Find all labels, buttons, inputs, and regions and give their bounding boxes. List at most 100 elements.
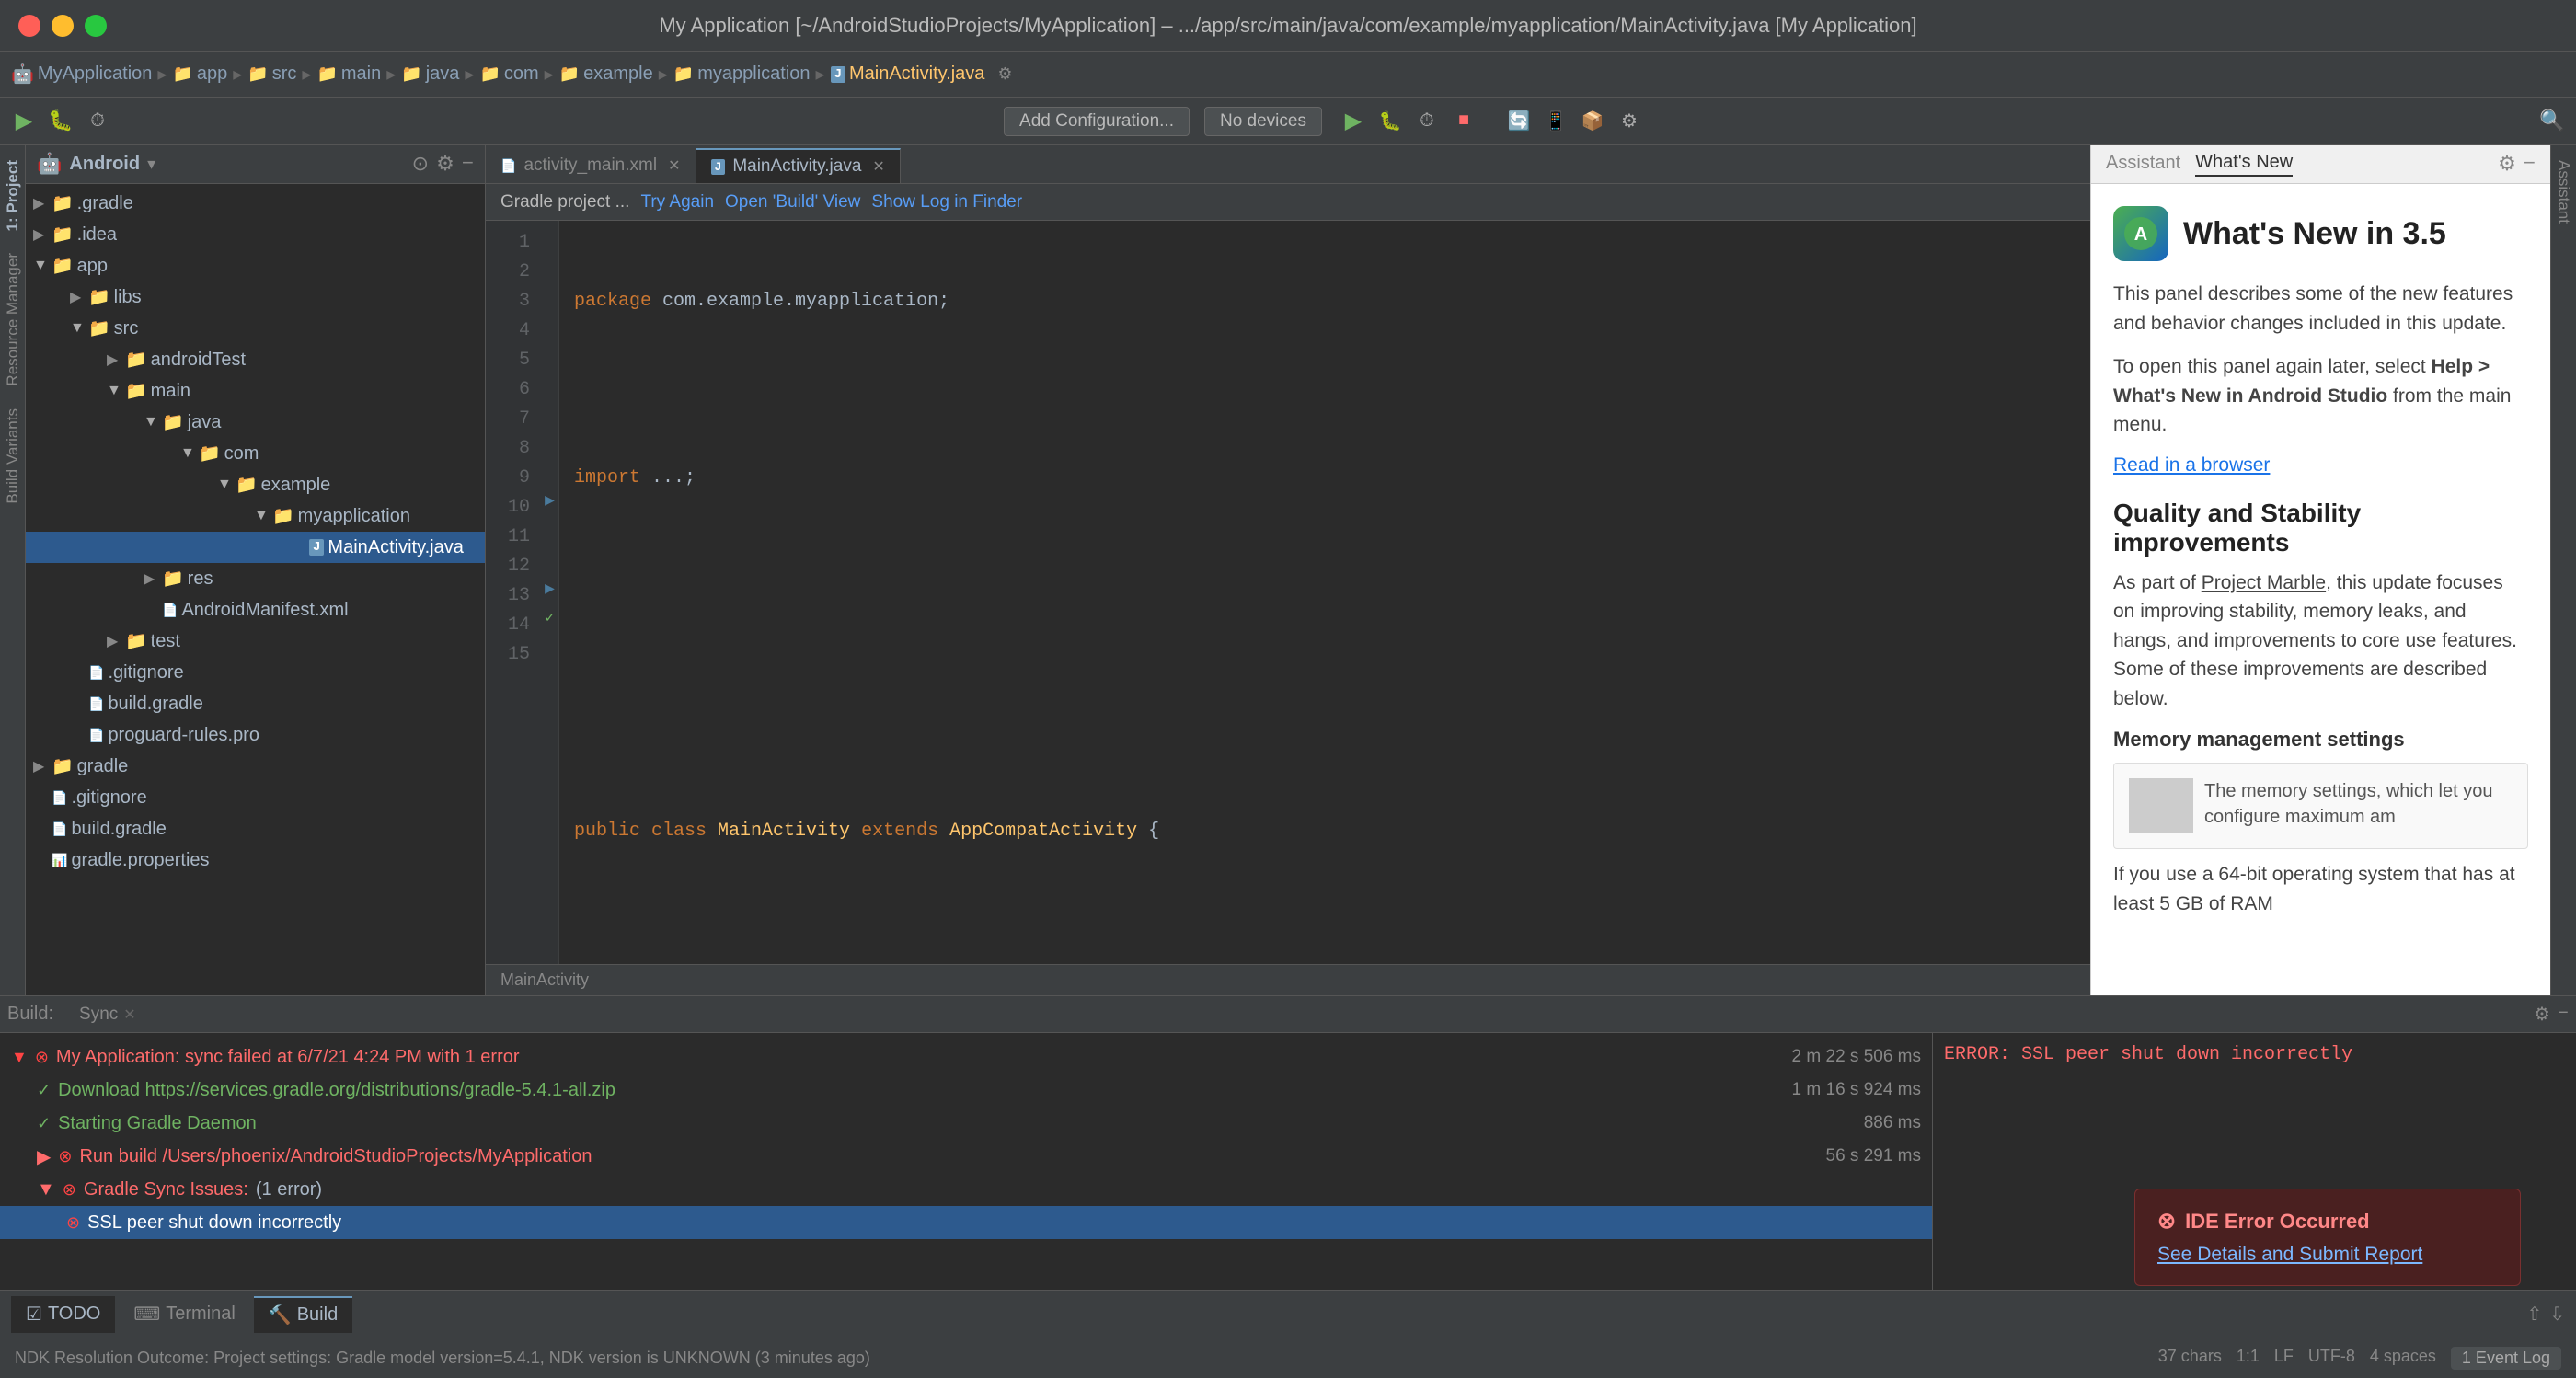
close-button[interactable] bbox=[18, 15, 40, 37]
try-again-link[interactable]: Try Again bbox=[640, 192, 714, 212]
event-log-button[interactable]: 1 Event Log bbox=[2451, 1347, 2561, 1370]
bottom-left-icon-2[interactable]: ⇩ bbox=[2549, 1303, 2565, 1326]
breadcrumb-settings-icon[interactable]: ⚙ bbox=[997, 64, 1012, 84]
bottom-panel-close-icon[interactable]: − bbox=[2558, 1004, 2569, 1025]
code-editor[interactable]: 1 2 3 4 5 6 7 8 9 10 11 12 13 14 15 bbox=[486, 221, 2090, 964]
tree-item-gradle-folder[interactable]: ▶ 📁 gradle bbox=[26, 751, 485, 782]
minimize-button[interactable] bbox=[52, 15, 74, 37]
assistant-logo: A What's New in 3.5 bbox=[2113, 206, 2528, 261]
tree-item-build-gradle[interactable]: 📄 build.gradle bbox=[26, 688, 485, 719]
tree-item-androidtest[interactable]: ▶ 📁 androidTest bbox=[26, 344, 485, 375]
tree-item-gradle[interactable]: ▶ 📁 .gradle bbox=[26, 188, 485, 219]
build-item-daemon[interactable]: ✓ Starting Gradle Daemon 886 ms bbox=[0, 1107, 1932, 1140]
show-log-link[interactable]: Show Log in Finder bbox=[871, 192, 1022, 212]
tree-item-app[interactable]: ▼ 📁 app bbox=[26, 250, 485, 281]
tree-item-main[interactable]: ▼ 📁 main bbox=[26, 375, 485, 407]
sidebar-project-tab[interactable]: 1: Project bbox=[0, 153, 26, 238]
breadcrumb-app[interactable]: 📁 app bbox=[172, 63, 227, 85]
project-dropdown-arrow[interactable]: ▾ bbox=[147, 155, 155, 175]
build-item-ssl-error[interactable]: ⊗ SSL peer shut down incorrectly bbox=[0, 1206, 1932, 1239]
see-details-link[interactable]: See Details and Submit Report bbox=[2157, 1244, 2422, 1265]
sdk-button[interactable]: 📦 bbox=[1576, 105, 1609, 138]
breadcrumb-myapplication[interactable]: 📁 myapplication bbox=[673, 63, 811, 85]
breadcrumb-example[interactable]: 📁 example bbox=[559, 63, 653, 85]
profile-icon[interactable]: ⏱ bbox=[81, 105, 114, 138]
breadcrumb-main[interactable]: 📁 main bbox=[316, 63, 381, 85]
code-content[interactable]: package com.example.myapplication; impor… bbox=[559, 221, 2090, 964]
build-item-gradle-sync-issues[interactable]: ▼ ⊗ Gradle Sync Issues: (1 error) bbox=[0, 1173, 1932, 1206]
breadcrumb-project[interactable]: 🤖 MyApplication bbox=[11, 63, 152, 86]
project-marble-link[interactable]: Project Marble bbox=[2202, 572, 2326, 593]
tree-item-gitignore[interactable]: 📄 .gitignore bbox=[26, 657, 485, 688]
tree-item-test[interactable]: ▶ 📁 test bbox=[26, 626, 485, 657]
project-collapse-icon[interactable]: − bbox=[462, 153, 474, 177]
debug-button[interactable]: 🐛 bbox=[1374, 105, 1407, 138]
breadcrumb-mainactivity[interactable]: J MainActivity.java bbox=[831, 63, 985, 85]
assistant-close-icon[interactable]: − bbox=[2524, 153, 2536, 177]
assistant-gear-icon[interactable]: ⚙ bbox=[2498, 153, 2516, 177]
assistant-content[interactable]: A What's New in 3.5 This panel describes… bbox=[2091, 184, 2550, 995]
xml-icon: 📄 bbox=[162, 603, 178, 618]
breadcrumb-java[interactable]: 📁 java bbox=[401, 63, 459, 85]
run-button[interactable]: ▶ bbox=[1337, 105, 1370, 138]
code-line-6 bbox=[574, 729, 2076, 758]
tree-item-example[interactable]: ▼ 📁 example bbox=[26, 469, 485, 500]
run-icon[interactable]: ▶ bbox=[7, 105, 40, 138]
terminal-tab[interactable]: ⌨ Terminal bbox=[119, 1296, 249, 1333]
bottom-left-icon-1[interactable]: ⇧ bbox=[2526, 1303, 2542, 1326]
no-devices-button[interactable]: No devices bbox=[1204, 107, 1322, 136]
open-build-view-link[interactable]: Open 'Build' View bbox=[725, 192, 860, 212]
tab-mainactivity-java[interactable]: J MainActivity.java ✕ bbox=[696, 148, 901, 183]
breadcrumb-com[interactable]: 📁 com bbox=[479, 63, 538, 85]
maximize-button[interactable] bbox=[85, 15, 107, 37]
project-gear-icon[interactable]: ⚙ bbox=[436, 153, 454, 177]
sidebar-resource-manager-tab[interactable]: Resource Manager bbox=[0, 246, 26, 394]
breadcrumb-src[interactable]: 📁 src bbox=[247, 63, 296, 85]
settings-button[interactable]: ⚙ bbox=[1613, 105, 1646, 138]
tree-item-androidmanifest[interactable]: 📄 AndroidManifest.xml bbox=[26, 594, 485, 626]
sync-button[interactable]: 🔄 bbox=[1502, 105, 1535, 138]
tab-close-java[interactable]: ✕ bbox=[872, 157, 884, 176]
terminal-icon: ⌨ bbox=[133, 1303, 160, 1326]
tab-close-xml[interactable]: ✕ bbox=[668, 156, 680, 175]
build-item-download[interactable]: ✓ Download https://services.gradle.org/d… bbox=[0, 1074, 1932, 1107]
build-item-sync-failed[interactable]: ▼ ⊗ My Application: sync failed at 6/7/2… bbox=[0, 1040, 1932, 1074]
stop-button[interactable]: ■ bbox=[1447, 105, 1480, 138]
tree-item-com[interactable]: ▼ 📁 com bbox=[26, 438, 485, 469]
tree-item-gradle-properties[interactable]: 📊 gradle.properties bbox=[26, 844, 485, 876]
profile-button[interactable]: ⏱ bbox=[1410, 105, 1443, 138]
project-settings-icon[interactable]: ⊙ bbox=[412, 153, 429, 177]
gradle-icon: 📄 bbox=[52, 821, 67, 837]
sync-tab-close[interactable]: ✕ bbox=[123, 1005, 135, 1024]
debug-icon[interactable]: 🐛 bbox=[44, 105, 77, 138]
right-assistant-tab[interactable]: Assistant bbox=[2551, 153, 2576, 231]
tree-item-idea[interactable]: ▶ 📁 .idea bbox=[26, 219, 485, 250]
tree-item-root-gitignore[interactable]: 📄 .gitignore bbox=[26, 782, 485, 813]
sidebar-build-variants-tab[interactable]: Build Variants bbox=[0, 401, 26, 511]
tree-item-root-build-gradle[interactable]: 📄 build.gradle bbox=[26, 813, 485, 844]
tree-item-res[interactable]: ▶ 📁 res bbox=[26, 563, 485, 594]
build-item-run-build[interactable]: ▶ ⊗ Run build /Users/phoenix/AndroidStud… bbox=[0, 1140, 1932, 1173]
folder-icon: 📁 bbox=[52, 224, 74, 246]
editor-area: 📄 activity_main.xml ✕ J MainActivity.jav… bbox=[486, 145, 2090, 995]
tree-item-proguard[interactable]: 📄 proguard-rules.pro bbox=[26, 719, 485, 751]
folder-icon: 📁 bbox=[52, 192, 74, 214]
tree-item-myapplication[interactable]: ▼ 📁 myapplication bbox=[26, 500, 485, 532]
whats-new-tab[interactable]: What's New bbox=[2195, 152, 2293, 177]
bottom-panel-gear-icon[interactable]: ⚙ bbox=[2534, 1003, 2550, 1027]
tree-item-src[interactable]: ▼ 📁 src bbox=[26, 313, 485, 344]
todo-tab[interactable]: ☑ TODO bbox=[11, 1296, 115, 1333]
folder-icon: 📁 bbox=[125, 380, 147, 402]
todo-icon: ☑ bbox=[26, 1303, 42, 1326]
sync-tab[interactable]: Sync ✕ bbox=[64, 998, 151, 1031]
avd-button[interactable]: 📱 bbox=[1539, 105, 1572, 138]
search-everywhere-button[interactable]: 🔍 bbox=[2536, 105, 2569, 138]
tree-item-mainactivity[interactable]: J MainActivity.java bbox=[26, 532, 485, 563]
read-in-browser-link[interactable]: Read in a browser bbox=[2113, 454, 2270, 476]
tree-item-java[interactable]: ▼ 📁 java bbox=[26, 407, 485, 438]
add-configuration-button[interactable]: Add Configuration... bbox=[1004, 107, 1190, 136]
assistant-tab[interactable]: Assistant bbox=[2106, 153, 2180, 176]
tree-item-libs[interactable]: ▶ 📁 libs bbox=[26, 281, 485, 313]
build-tab[interactable]: 🔨 Build bbox=[254, 1296, 352, 1333]
tab-activity-main-xml[interactable]: 📄 activity_main.xml ✕ bbox=[486, 148, 696, 183]
